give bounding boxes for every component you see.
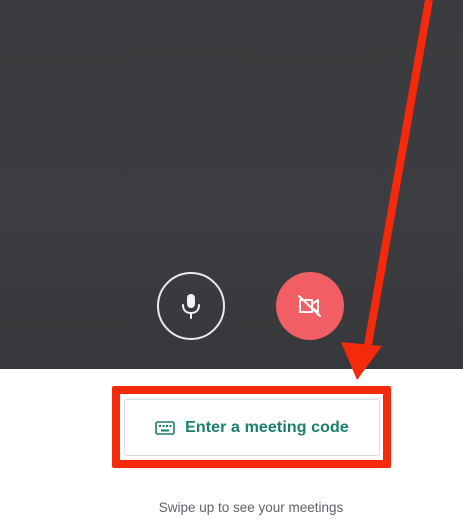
swipe-up-hint: Swipe up to see your meetings xyxy=(158,500,344,515)
camera-off-icon xyxy=(298,295,321,317)
camera-preview xyxy=(0,0,463,369)
enter-meeting-code-label: Enter a meeting code xyxy=(185,418,349,436)
enter-meeting-code-button[interactable]: Enter a meeting code xyxy=(124,399,380,456)
camera-toggle-button[interactable] xyxy=(276,272,344,340)
keyboard-icon xyxy=(155,420,175,435)
microphone-icon xyxy=(182,294,200,319)
microphone-toggle-button[interactable] xyxy=(157,272,225,340)
